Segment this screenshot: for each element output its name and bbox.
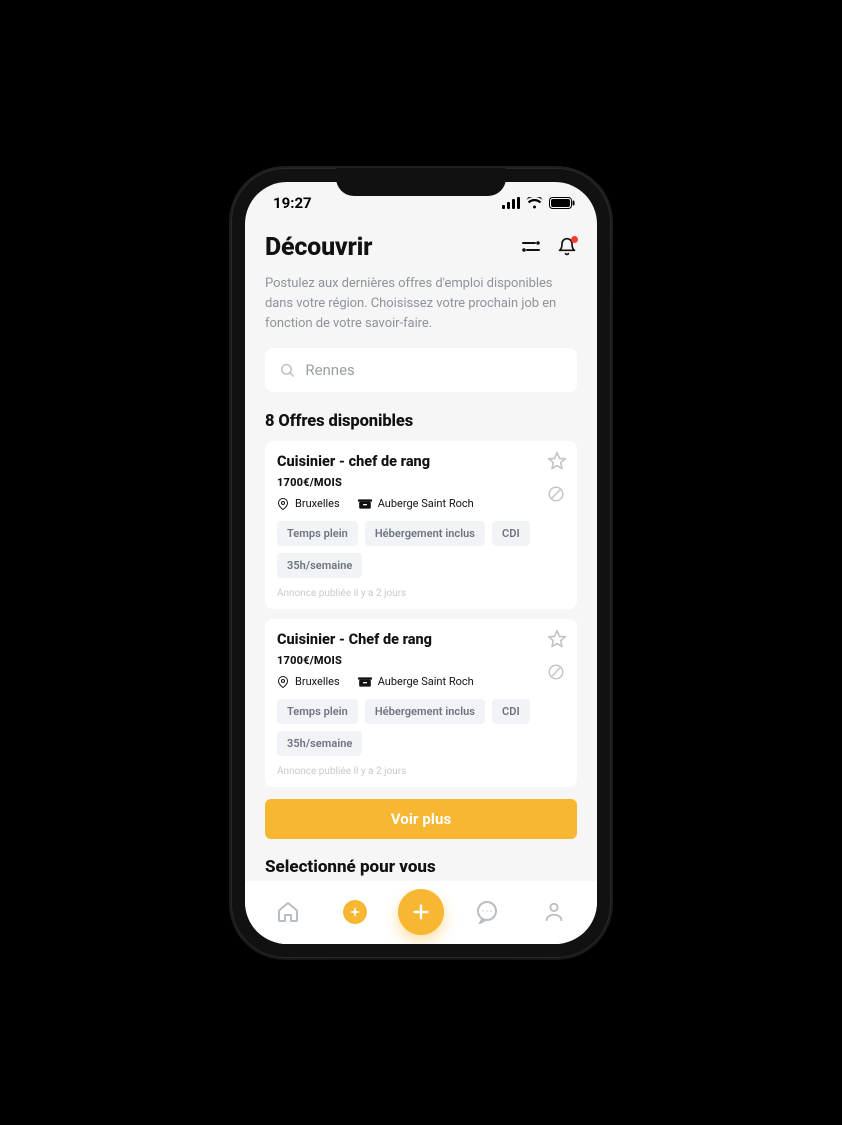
page-subtitle: Postulez aux dernières offres d'emploi d… [265,274,577,334]
filters-button[interactable] [521,239,541,259]
star-icon [547,629,567,649]
content-area: Découvrir Postulez aux dernières offres … [245,225,597,881]
offer-location: Bruxelles [295,675,340,688]
home-icon [276,900,300,924]
tag: Temps plein [277,521,358,546]
tab-chat[interactable] [463,888,511,936]
status-time: 19:27 [273,194,312,212]
phone-frame: 19:27 Découvrir [231,168,611,958]
tag: Temps plein [277,699,358,724]
search-field[interactable] [265,348,577,392]
tag: CDI [492,521,530,546]
pin-icon [277,675,289,689]
compass-background [343,900,367,924]
shop-icon [358,676,372,688]
offer-card[interactable]: Cuisinier - chef de rang 1700€/MOIS Brux… [265,441,577,609]
offer-published: Annonce publiée il y a 2 jours [277,588,565,599]
page-header: Découvrir [265,233,577,262]
cellular-icon [502,197,520,209]
offers-heading: 8 Offres disponibles [265,412,577,431]
favorite-button[interactable] [547,629,567,653]
chat-icon [475,900,499,924]
status-indicators [502,197,575,209]
user-icon [543,900,565,924]
wifi-icon [526,197,543,209]
offer-venue: Auberge Saint Roch [378,497,474,510]
tag: Hébergement inclus [365,521,485,546]
tag: CDI [492,699,530,724]
notifications-button[interactable] [557,237,577,261]
search-input[interactable] [305,361,563,379]
offer-title: Cuisinier - Chef de rang [277,631,565,648]
offer-card[interactable]: Cuisinier - Chef de rang 1700€/MOIS Brux… [265,619,577,787]
tag: Hébergement inclus [365,699,485,724]
offer-published: Annonce publiée il y a 2 jours [277,766,565,777]
phone-notch [336,168,506,196]
star-icon [547,451,567,471]
tab-discover[interactable] [331,888,379,936]
tag: 35h/semaine [277,731,362,756]
offer-title: Cuisinier - chef de rang [277,453,565,470]
block-icon [547,663,565,681]
tab-profile[interactable] [530,888,578,936]
offer-venue: Auberge Saint Roch [378,675,474,688]
favorite-button[interactable] [547,451,567,475]
tag: 35h/semaine [277,553,362,578]
selected-for-you-heading: Selectionné pour vous [265,857,577,877]
search-icon [279,361,295,379]
offer-card-actions [547,451,567,507]
offer-meta: Bruxelles Auberge Saint Roch [277,675,565,689]
see-more-button[interactable]: Voir plus [265,799,577,839]
offer-location: Bruxelles [295,497,340,510]
plus-icon [410,901,432,923]
offer-tags: Temps plein Hébergement inclus CDI 35h/s… [277,699,565,756]
offer-salary: 1700€/MOIS [277,476,565,489]
pin-icon [277,497,289,511]
header-actions [521,237,577,261]
page-title: Découvrir [265,233,372,262]
battery-icon [549,197,575,209]
shop-icon [358,498,372,510]
dismiss-button[interactable] [547,485,567,507]
offer-card-actions [547,629,567,685]
tab-bar [245,881,597,944]
offer-meta: Bruxelles Auberge Saint Roch [277,497,565,511]
tab-home[interactable] [264,888,312,936]
tab-add[interactable] [398,889,444,935]
offer-salary: 1700€/MOIS [277,654,565,667]
device-screen: 19:27 Découvrir [245,182,597,944]
block-icon [547,485,565,503]
sliders-icon [521,239,541,255]
notification-dot [571,236,578,243]
offer-tags: Temps plein Hébergement inclus CDI 35h/s… [277,521,565,578]
compass-icon [348,905,362,919]
dismiss-button[interactable] [547,663,567,685]
